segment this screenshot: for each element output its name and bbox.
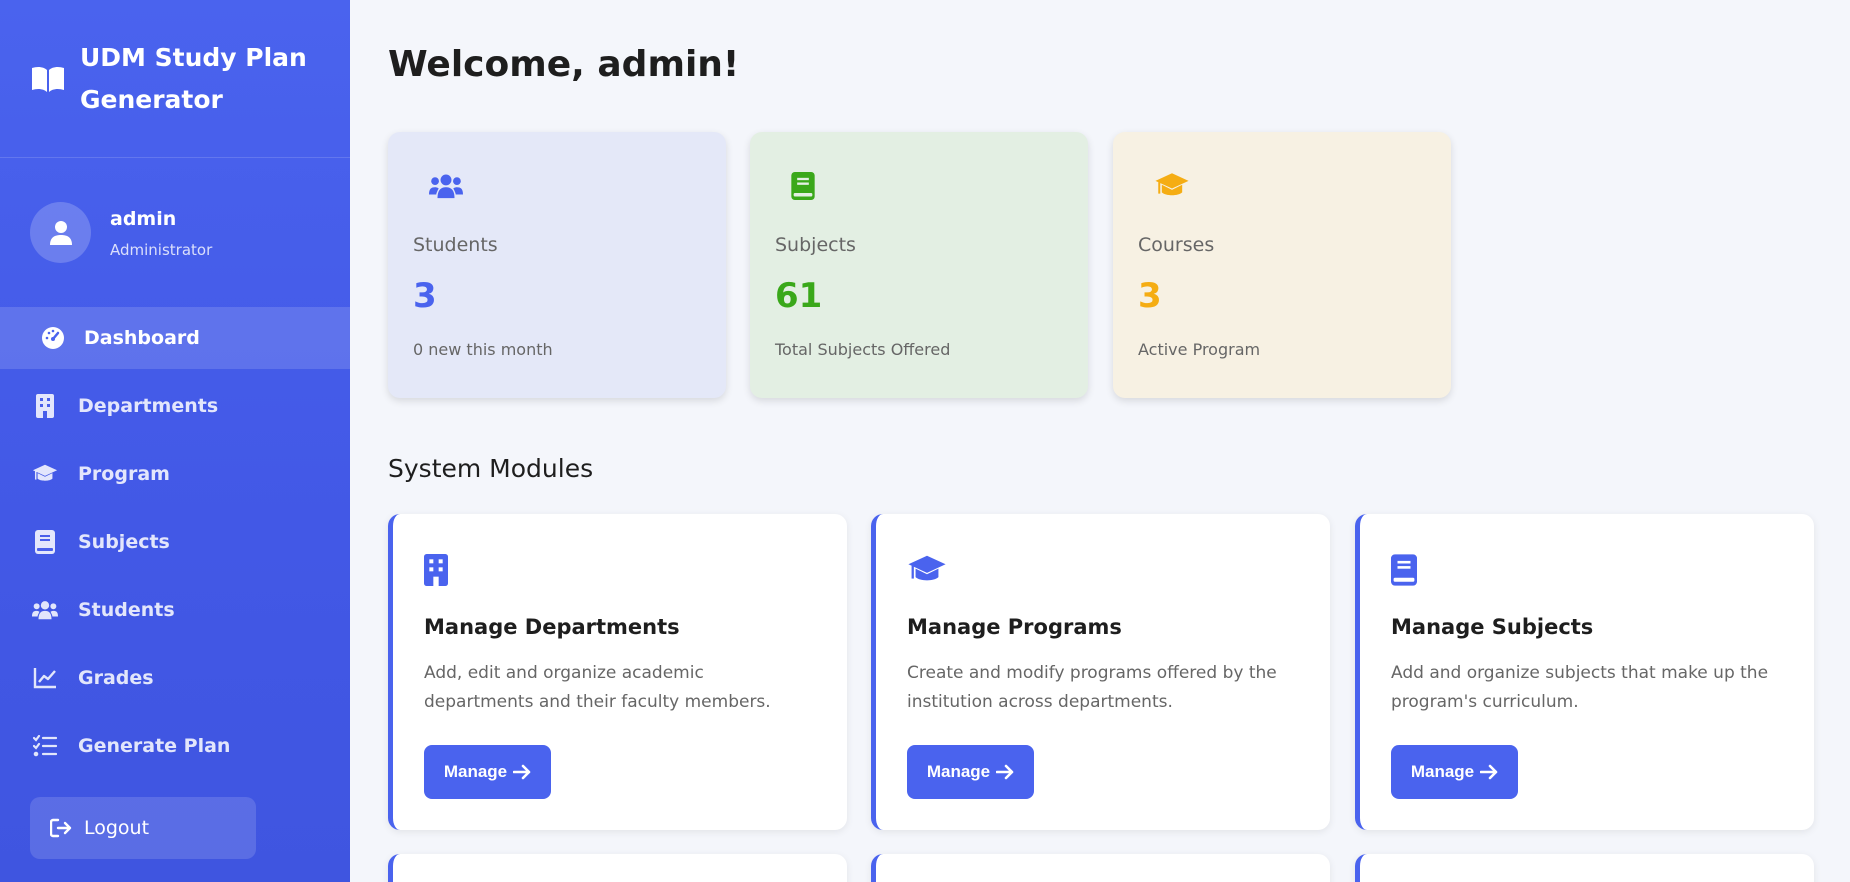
sidebar-item-label: Generate Plan (78, 735, 231, 757)
module-title: Manage Subjects (1391, 615, 1594, 639)
sidebar-item-label: Subjects (78, 531, 170, 553)
graduation-cap-icon (907, 554, 1330, 588)
brand: UDM Study Plan Generator (0, 0, 350, 158)
sidebar-item-label: Grades (78, 667, 154, 689)
button-label: Manage (926, 762, 991, 781)
graduation-cap-icon (32, 462, 58, 486)
manage-programs-button[interactable]: Manage (907, 745, 1034, 799)
module-card-departments: Manage Departments Add, edit and organiz… (388, 514, 847, 830)
stat-label: Students (413, 234, 498, 256)
arrow-right-icon (1480, 764, 1498, 780)
building-icon (32, 394, 58, 418)
sidebar-nav: Dashboard Departments Program Subjects S… (0, 307, 350, 783)
sidebar-item-dashboard[interactable]: Dashboard (0, 307, 350, 369)
sidebar-item-label: Program (78, 463, 170, 485)
sidebar-item-label: Students (78, 599, 175, 621)
stat-value: 3 (413, 276, 437, 316)
stat-card-students: Students 3 0 new this month (388, 132, 726, 398)
module-title: Manage Programs (907, 615, 1122, 639)
sidebar-item-grades[interactable]: Grades (0, 647, 350, 709)
module-description: Add, edit and organize academic departme… (424, 663, 771, 712)
users-icon (429, 172, 726, 204)
users-icon (32, 598, 58, 622)
logout-label: Logout (84, 817, 150, 839)
sidebar-item-label: Dashboard (84, 327, 200, 349)
stat-label: Subjects (775, 234, 856, 256)
module-card (871, 854, 1330, 882)
stat-subtext: Active Program (1138, 340, 1261, 359)
avatar (30, 202, 91, 263)
book-icon (32, 530, 58, 554)
stat-subtext: Total Subjects Offered (775, 340, 951, 359)
logout-icon (50, 818, 72, 838)
gauge-icon (40, 326, 66, 350)
sidebar-item-departments[interactable]: Departments (0, 375, 350, 437)
book-icon (791, 172, 1088, 204)
section-title: System Modules (388, 454, 594, 483)
module-card (1355, 854, 1814, 882)
user-role: Administrator (110, 241, 213, 259)
app-title: UDM Study Plan Generator (80, 42, 307, 114)
button-label: Manage (443, 762, 508, 781)
arrow-right-icon (996, 764, 1014, 780)
button-label: Manage (1410, 762, 1475, 781)
module-description: Add and organize subjects that make up t… (1391, 663, 1769, 712)
logout-button[interactable]: Logout (30, 797, 256, 859)
manage-departments-button[interactable]: Manage (424, 745, 551, 799)
profile-text: admin Administrator (110, 208, 212, 259)
user-name: admin (110, 208, 177, 230)
main-content: Welcome, admin! Students 3 0 new this mo… (350, 0, 1850, 882)
sidebar: UDM Study Plan Generator admin Administr… (0, 0, 350, 882)
sidebar-item-generate-plan[interactable]: Generate Plan (0, 715, 350, 777)
book-icon (1391, 554, 1814, 588)
sidebar-item-students[interactable]: Students (0, 579, 350, 641)
module-description: Create and modify programs offered by th… (907, 663, 1277, 712)
book-open-icon (32, 66, 64, 92)
user-icon (49, 220, 72, 245)
module-card-subjects: Manage Subjects Add and organize subject… (1355, 514, 1814, 830)
page-title: Welcome, admin! (388, 44, 740, 85)
stat-value: 61 (775, 276, 823, 316)
stat-value: 3 (1138, 276, 1162, 316)
stat-card-courses: Courses 3 Active Program (1113, 132, 1451, 398)
stat-card-subjects: Subjects 61 Total Subjects Offered (750, 132, 1088, 398)
sidebar-item-label: Departments (78, 395, 219, 417)
list-check-icon (32, 734, 58, 758)
manage-subjects-button[interactable]: Manage (1391, 745, 1518, 799)
chart-line-icon (32, 666, 58, 690)
sidebar-item-program[interactable]: Program (0, 443, 350, 505)
module-title: Manage Departments (424, 615, 680, 639)
building-icon (424, 554, 847, 588)
graduation-cap-icon (1154, 172, 1451, 204)
stat-subtext: 0 new this month (413, 340, 553, 359)
sidebar-item-subjects[interactable]: Subjects (0, 511, 350, 573)
stat-label: Courses (1138, 234, 1215, 256)
arrow-right-icon (513, 764, 531, 780)
module-card-programs: Manage Programs Create and modify progra… (871, 514, 1330, 830)
module-card (388, 854, 847, 882)
